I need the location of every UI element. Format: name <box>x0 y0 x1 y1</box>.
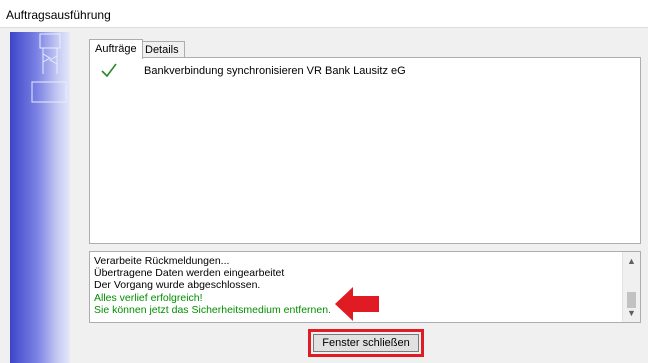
plug-card-icon <box>31 33 67 103</box>
close-window-button[interactable]: Fenster schließen <box>313 334 419 352</box>
log-line-success: Sie können jetzt das Sicherheitsmedium e… <box>94 303 331 316</box>
task-label: Bankverbindung synchronisieren VR Bank L… <box>144 65 406 77</box>
scroll-up-icon[interactable]: ▲ <box>623 254 640 268</box>
log-scrollbar[interactable]: ▲ ▼ <box>622 252 640 322</box>
log-lines: Verarbeite Rückmeldungen... Übertragene … <box>94 255 331 316</box>
log-line: Verarbeite Rückmeldungen... <box>94 255 230 267</box>
checkmark-icon <box>101 63 117 78</box>
title-divider <box>0 27 648 28</box>
tab-details[interactable]: Details <box>139 41 185 58</box>
title-bar: Auftragsausführung <box>0 0 648 28</box>
log-line-success: Alles verlief erfolgreich! <box>94 291 203 304</box>
wizard-sidebar <box>10 32 70 363</box>
window-title: Auftragsausführung <box>6 8 111 22</box>
red-arrow-icon <box>335 287 379 321</box>
log-line: Der Vorgang wurde abgeschlossen. <box>94 279 261 292</box>
task-list: Bankverbindung synchronisieren VR Bank L… <box>89 57 641 244</box>
scroll-down-icon[interactable]: ▼ <box>623 306 640 320</box>
tab-auftraege[interactable]: Aufträge <box>89 39 143 59</box>
log-line: Übertragene Daten werden eingearbeitet <box>94 267 285 280</box>
